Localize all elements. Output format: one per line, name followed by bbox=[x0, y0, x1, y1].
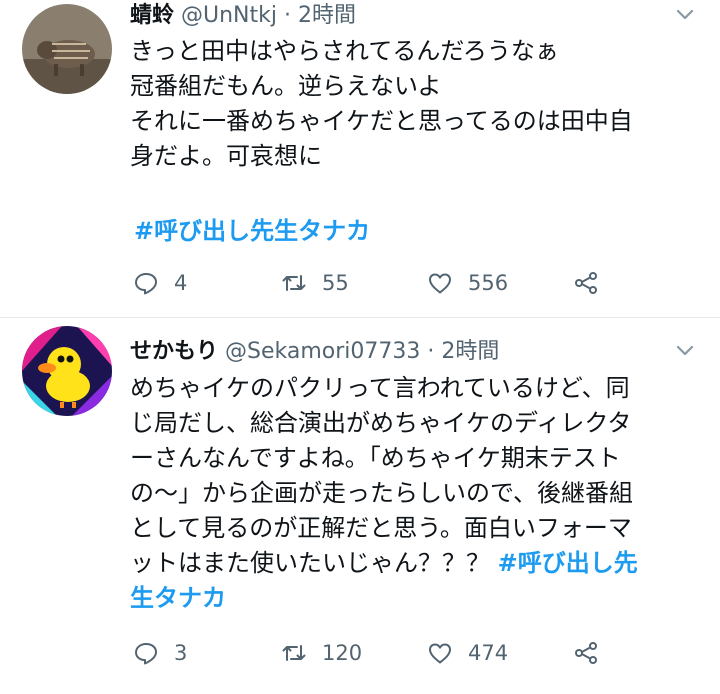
handle[interactable]: @UnNtkj bbox=[181, 3, 277, 28]
display-name[interactable]: せかもり bbox=[130, 339, 218, 364]
reply-count: 3 bbox=[174, 641, 188, 665]
action-bar: 3 120 474 bbox=[132, 638, 612, 668]
tweet-text-line: ットはまた使いたいじゃん？？？ #呼び出し先 bbox=[130, 546, 700, 581]
retweet-icon bbox=[282, 645, 306, 661]
share-icon bbox=[575, 642, 597, 664]
more-options-button[interactable] bbox=[674, 340, 696, 362]
more-options-button[interactable] bbox=[674, 4, 696, 26]
share-icon bbox=[575, 272, 597, 294]
display-name[interactable]: 蜻蛉 bbox=[130, 3, 174, 28]
like-button[interactable]: 556 bbox=[426, 268, 508, 298]
heart-icon bbox=[429, 643, 451, 664]
retweet-count: 120 bbox=[322, 641, 363, 665]
hashtag-link-continued[interactable]: 生タナカ bbox=[130, 584, 226, 612]
hashtag-link[interactable]: #呼び出し先生タナカ bbox=[134, 217, 370, 245]
tweet-text-line: きっと田中はやらされてるんだろうなぁ bbox=[130, 37, 559, 65]
like-count: 474 bbox=[468, 641, 509, 665]
tweet-text-line: じ局だし、総合演出がめちゃイケのディレクタ bbox=[130, 409, 632, 437]
reply-count: 4 bbox=[174, 271, 188, 295]
avatar[interactable] bbox=[22, 326, 112, 416]
reply-button[interactable]: 4 bbox=[132, 268, 187, 298]
tweet-text-line: それに一番めちゃイケだと思ってるのは田中自 bbox=[130, 107, 633, 135]
tweet-text-line: の〜」から企画が走ったらしいので、後継番組 bbox=[130, 479, 634, 507]
tweet-text-line: として見るのが正解だと思う。面白いフォーマ bbox=[130, 514, 632, 542]
tweet-text: めちゃイケのパクリって言われているけど、同 じ局だし、総合演出がめちゃイケのディ… bbox=[130, 371, 700, 616]
separator: · bbox=[284, 3, 291, 28]
tweet-header: せかもり @Sekamori07733 · 2時間 bbox=[130, 336, 660, 368]
share-button[interactable] bbox=[572, 268, 600, 298]
tweet-text-line: めちゃイケのパクリって言われているけど、同 bbox=[130, 374, 630, 402]
boar-avatar-image bbox=[22, 4, 112, 94]
like-button[interactable]: 474 bbox=[426, 638, 508, 668]
chevron-down-icon bbox=[676, 345, 694, 356]
handle[interactable]: @Sekamori07733 bbox=[225, 339, 420, 364]
retweet-button[interactable]: 55 bbox=[280, 268, 349, 298]
timestamp[interactable]: 2時間 bbox=[441, 339, 499, 364]
chevron-down-icon bbox=[676, 9, 694, 20]
tweet-text: きっと田中はやらされてるんだろうなぁ 冠番組だもん。逆らえないよ それに一番めち… bbox=[130, 34, 700, 174]
tweet-text-line: 生タナカ bbox=[130, 581, 700, 616]
tweet-text-line: ーさんなんですよね。「めちゃイケ期末テスト bbox=[130, 444, 621, 472]
tweet-text-line: 身だよ。可哀想に bbox=[130, 142, 322, 170]
retweet-button[interactable]: 120 bbox=[280, 638, 362, 668]
share-button[interactable] bbox=[572, 638, 600, 668]
tweet-2[interactable]: せかもり @Sekamori07733 · 2時間 めちゃイケのパクリって言われ… bbox=[0, 318, 720, 694]
reply-icon bbox=[135, 643, 157, 665]
timestamp[interactable]: 2時間 bbox=[298, 3, 356, 28]
like-count: 556 bbox=[468, 271, 509, 295]
separator: · bbox=[427, 339, 435, 364]
tweet-text-fragment: ットはまた使いたいじゃん？？？ bbox=[130, 549, 490, 577]
action-bar: 4 55 556 bbox=[132, 268, 612, 298]
tweet-text-line: 冠番組だもん。逆らえないよ bbox=[130, 72, 442, 100]
reply-icon bbox=[135, 273, 157, 295]
tweet-1[interactable]: 蜻蛉 @UnNtkj · 2時間 きっと田中はやらされてるんだろうなぁ 冠番組だ… bbox=[0, 0, 720, 318]
hashtag-link[interactable]: #呼び出し先 bbox=[498, 549, 638, 577]
heart-icon bbox=[429, 273, 451, 294]
reply-button[interactable]: 3 bbox=[132, 638, 187, 668]
retweet-count: 55 bbox=[322, 271, 349, 295]
avatar[interactable] bbox=[22, 4, 112, 94]
duck-avatar-image bbox=[22, 326, 112, 416]
tweet-header: 蜻蛉 @UnNtkj · 2時間 bbox=[130, 0, 660, 32]
retweet-icon bbox=[282, 275, 306, 291]
